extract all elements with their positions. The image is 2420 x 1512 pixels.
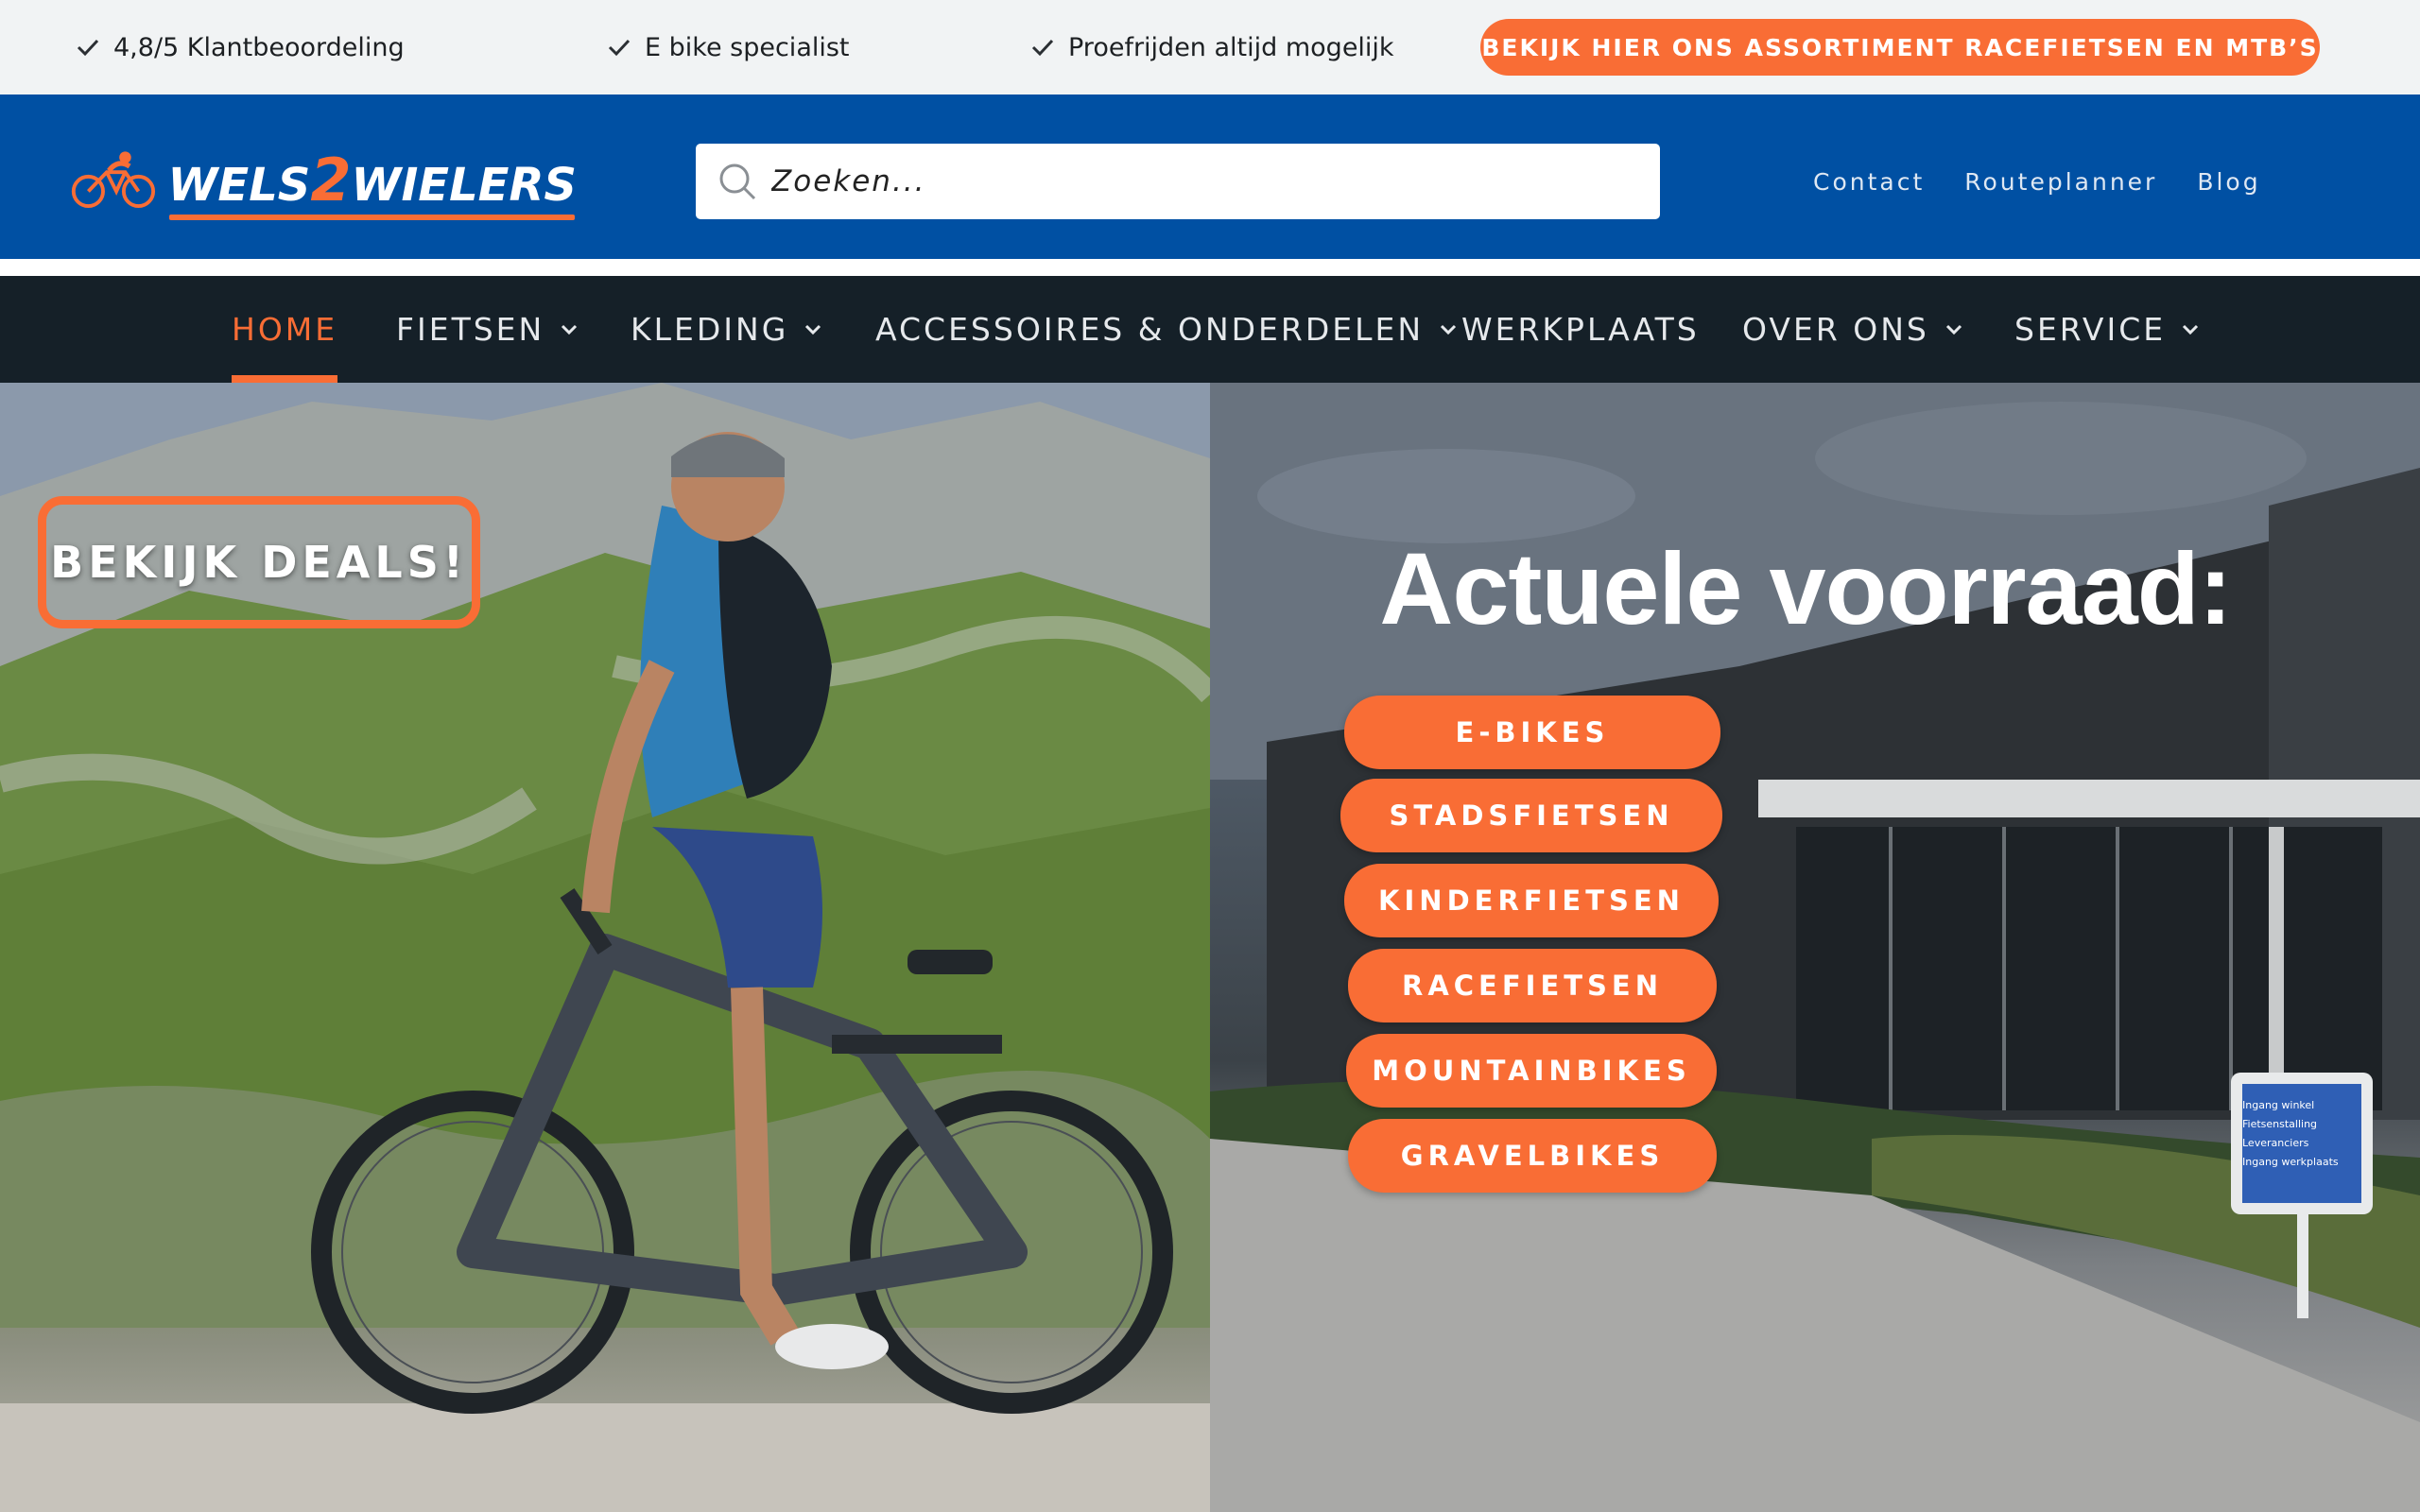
chevron-down-icon: [805, 324, 821, 335]
sign-line: Ingang winkel: [2242, 1099, 2315, 1111]
chevron-down-icon: [2183, 324, 2199, 335]
category-button-mountainbikes[interactable]: MOUNTAINBIKES: [1346, 1034, 1717, 1108]
usp-text: 4,8/5 Klantbeoordeling: [113, 32, 405, 62]
logo-wielers: WIELERS: [351, 158, 578, 212]
usp-bar: 4,8/5 Klantbeoordeling E bike specialist…: [0, 0, 2420, 94]
header-divider: [0, 259, 2420, 276]
nav-item-label: SERVICE: [2014, 311, 2167, 348]
check-icon: [608, 39, 631, 57]
nav-item-accessoires[interactable]: ACCESSOIRES & ONDERDELEN: [875, 276, 1458, 383]
check-icon: [77, 39, 99, 57]
check-icon: [1031, 39, 1054, 57]
logo-underline: [169, 214, 575, 220]
category-button-gravelbikes[interactable]: GRAVELBIKES: [1348, 1119, 1717, 1193]
category-button-racefietsen[interactable]: RACEFIETSEN: [1348, 949, 1717, 1022]
search-input[interactable]: [771, 164, 1622, 198]
usp-item-specialist: E bike specialist: [605, 0, 850, 94]
nav-item-service[interactable]: SERVICE: [2014, 276, 2200, 383]
category-button-e-bikes[interactable]: E-BIKES: [1344, 696, 1720, 769]
category-button-stadsfietsen[interactable]: STADSFIETSEN: [1340, 779, 1722, 852]
link-blog[interactable]: Blog: [2197, 168, 2260, 196]
stock-heading: Actuele voorraad:: [1379, 531, 2232, 645]
search-icon: [719, 163, 756, 200]
nav-item-home[interactable]: HOME: [232, 276, 338, 383]
promo-assortment-button[interactable]: BEKIJK HIER ONS ASSORTIMENT RACEFIETSEN …: [1480, 19, 2320, 76]
site-logo[interactable]: WELS2WIELERS: [66, 142, 578, 220]
search-bar[interactable]: [696, 144, 1660, 219]
nav-item-label: FIETSEN: [396, 311, 545, 348]
hero-banner-deals[interactable]: BEKIJK DEALS!: [0, 383, 1210, 1512]
nav-item-fietsen[interactable]: FIETSEN: [396, 276, 579, 383]
header-links: Contact Routeplanner Blog: [1813, 168, 2261, 196]
chevron-down-icon: [1440, 324, 1457, 335]
sign-line: Fietsenstalling: [2242, 1118, 2318, 1130]
nav-item-label: WERKPLAATS: [1461, 311, 1700, 348]
cyclist-logo-icon: [71, 151, 156, 209]
logo-two: 2: [310, 145, 352, 215]
nav-item-label: KLEDING: [631, 311, 789, 348]
chevron-down-icon: [562, 324, 578, 335]
sign-line: Ingang werkplaats: [2242, 1156, 2339, 1168]
chevron-down-icon: [1945, 324, 1962, 335]
logo-wels: WELS: [167, 158, 311, 212]
nav-item-label: HOME: [232, 311, 338, 348]
site-header: WELS2WIELERS Contact Routeplanner Blog: [0, 94, 2420, 259]
nav-item-label: OVER ONS: [1742, 311, 1929, 348]
sign-line: Leveranciers: [2242, 1137, 2309, 1149]
main-nav: HOME FIETSEN KLEDING ACCESSOIRES & ONDER…: [0, 276, 2420, 383]
nav-item-over-ons[interactable]: OVER ONS: [1742, 276, 1963, 383]
usp-item-testride: Proefrijden altijd mogelijk: [1028, 0, 1394, 94]
usp-text: E bike specialist: [645, 32, 850, 62]
link-routeplanner[interactable]: Routeplanner: [1964, 168, 2157, 196]
deals-button[interactable]: BEKIJK DEALS!: [38, 496, 480, 628]
link-contact[interactable]: Contact: [1813, 168, 1925, 196]
nav-item-werkplaats[interactable]: WERKPLAATS: [1461, 276, 1700, 383]
usp-item-rating: 4,8/5 Klantbeoordeling: [74, 0, 405, 94]
usp-text: Proefrijden altijd mogelijk: [1068, 32, 1394, 62]
nav-item-kleding[interactable]: KLEDING: [631, 276, 822, 383]
store-sign: Ingang winkel Fietsenstalling Leverancie…: [2242, 1096, 2356, 1172]
logo-wordmark: WELS2WIELERS: [167, 145, 578, 220]
category-button-kinderfietsen[interactable]: KINDERFIETSEN: [1344, 864, 1719, 937]
nav-item-label: ACCESSOIRES & ONDERDELEN: [875, 311, 1425, 348]
